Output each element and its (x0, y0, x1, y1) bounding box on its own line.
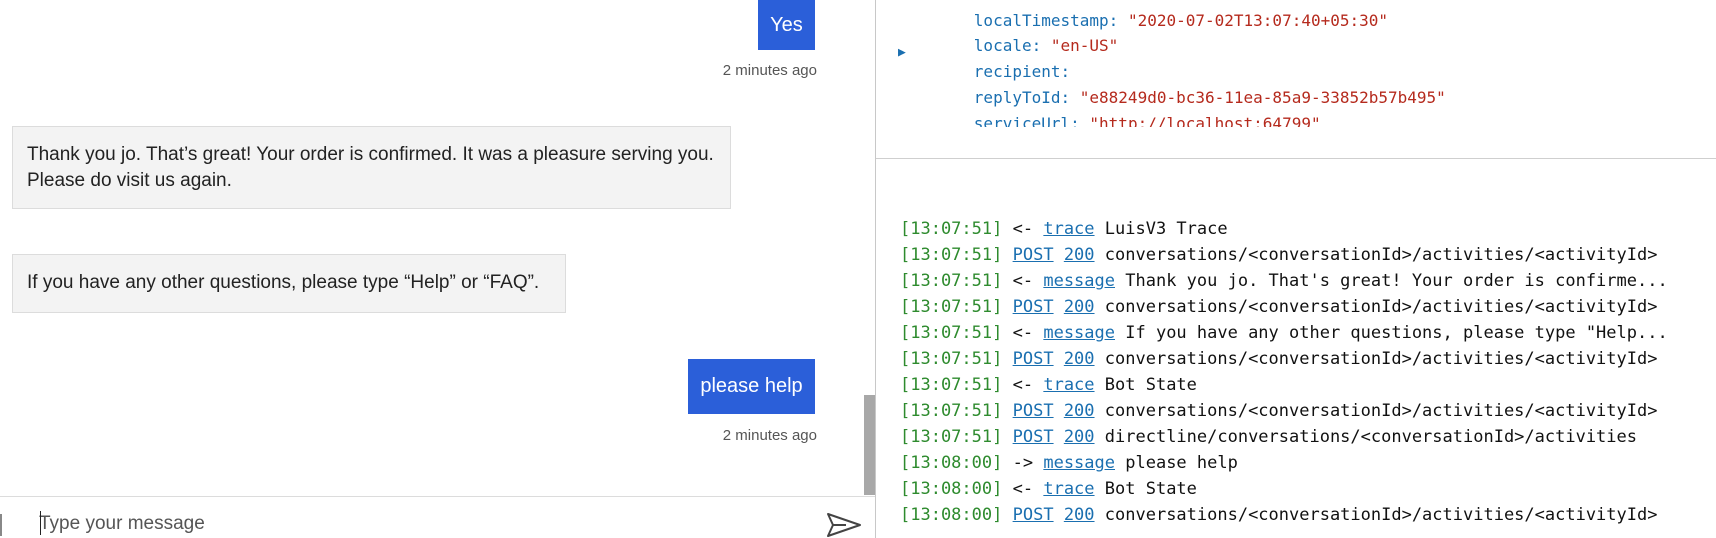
log-status-link[interactable]: 200 (1064, 297, 1095, 317)
log-link[interactable]: message (1043, 271, 1115, 291)
log-row: [13:07:51] <- trace Bot State (900, 375, 1197, 395)
inspector-log-divider[interactable] (876, 158, 1716, 159)
message-text: please help (700, 375, 803, 397)
log-row: [13:07:51] POST 200 directline/conversat… (900, 427, 1637, 447)
inspector-panel: localTimestamp: "2020-07-02T13:07:40+05:… (876, 0, 1716, 538)
log-link[interactable]: trace (1043, 219, 1094, 239)
json-inspector: localTimestamp: "2020-07-02T13:07:40+05:… (876, 0, 1716, 127)
log-row: [13:07:51] POST 200 conversations/<conve… (900, 401, 1658, 421)
text-cursor (40, 511, 41, 535)
message-timestamp: 2 minutes ago (722, 427, 817, 444)
bot-message-bubble: Thank you jo. That’s great! Your order i… (12, 126, 731, 209)
log-row: [13:07:51] <- trace LuisV3 Trace (900, 219, 1228, 239)
log-link[interactable]: POST (1013, 349, 1054, 369)
log-panel: [13:07:51] <- trace LuisV3 Trace [13:07:… (876, 200, 1716, 538)
expand-triangle-icon[interactable]: ▶ (898, 45, 906, 60)
log-row: [13:07:51] POST 200 conversations/<conve… (900, 245, 1658, 265)
bot-message-bubble: If you have any other questions, please … (12, 254, 566, 313)
log-link[interactable]: POST (1013, 245, 1054, 265)
message-timestamp: 2 minutes ago (722, 62, 817, 79)
log-row: [13:07:51] POST 200 conversations/<conve… (900, 349, 1658, 369)
log-link[interactable]: trace (1043, 479, 1094, 499)
user-message-bubble: please help (688, 359, 815, 414)
log-row: [13:07:51] <- message Thank you jo. That… (900, 271, 1668, 291)
log-row: [13:08:00] -> message please help (900, 453, 1238, 473)
log-status-link[interactable]: 200 (1064, 349, 1095, 369)
log-link[interactable]: trace (1043, 375, 1094, 395)
log-link[interactable]: POST (1013, 427, 1054, 447)
message-text: Thank you jo. That’s great! Your order i… (27, 144, 714, 191)
message-text: Yes (770, 13, 803, 36)
user-message-bubble: Yes (758, 0, 815, 50)
log-link[interactable]: POST (1013, 401, 1054, 421)
chat-scrollbar-thumb[interactable] (864, 395, 875, 495)
chat-panel: Yes 2 minutes ago Thank you jo. That’s g… (0, 0, 875, 538)
json-line: serviceUrl: "http://localhost:64799" (973, 114, 1321, 127)
log-status-link[interactable]: 200 (1064, 401, 1095, 421)
log-status-link[interactable]: 200 (1064, 505, 1095, 525)
log-link[interactable]: message (1043, 323, 1115, 343)
message-input-bar (0, 496, 875, 538)
log-row: [13:07:51] POST 200 conversations/<conve… (900, 297, 1658, 317)
log-link[interactable]: message (1043, 453, 1115, 473)
message-input[interactable] (39, 509, 799, 538)
log-row: [13:08:00] POST 200 conversations/<conve… (900, 505, 1658, 525)
log-status-link[interactable]: 200 (1064, 427, 1095, 447)
message-text: If you have any other questions, please … (27, 272, 540, 293)
log-status-link[interactable]: 200 (1064, 245, 1095, 265)
log-row: [13:07:51] <- message If you have any ot… (900, 323, 1668, 343)
send-icon[interactable] (826, 511, 862, 538)
log-link[interactable]: POST (1013, 505, 1054, 525)
upload-button-edge[interactable] (0, 514, 2, 536)
log-row: [13:08:00] <- trace Bot State (900, 479, 1197, 499)
log-link[interactable]: POST (1013, 297, 1054, 317)
